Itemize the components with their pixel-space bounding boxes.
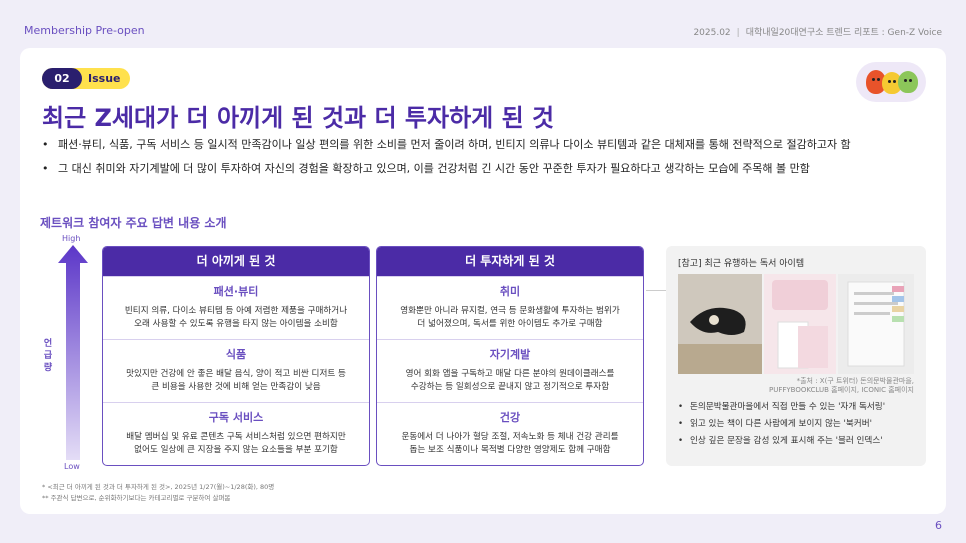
reference-box: [참고] 최근 유행하는 독서 아이템 *출처: X(구 트위터) 돈의문박물… bbox=[666, 246, 926, 466]
footnote: ** 주관식 답변으로, 순위화하기보다는 카테고리별로 구분하여 살펴봄 bbox=[42, 494, 231, 502]
invest-item-heading: 취미 bbox=[499, 285, 521, 298]
save-item-desc: 배달 멤버십 및 유료 콘텐츠 구독 서비스처럼 있으면 편하지만 없어도 일상… bbox=[126, 432, 346, 455]
reference-item: 인상 깊은 문장을 감성 있게 표시해 주는 '블러 인덱스' bbox=[678, 436, 918, 447]
report-name: 대학내일20대연구소 트렌드 리포트 : Gen-Z Voice bbox=[745, 28, 942, 38]
connector-line bbox=[646, 290, 666, 291]
mascot-green bbox=[898, 71, 918, 93]
axis-low-label: Low bbox=[64, 462, 80, 471]
issue-number: 02 bbox=[42, 68, 82, 89]
issue-label: Issue bbox=[88, 72, 121, 85]
top-bar: Membership Pre-open 2025.02 | 대학내일20대연구소 트… bbox=[0, 0, 966, 48]
save-item-heading: 패션·뷰티 bbox=[213, 285, 259, 298]
save-item: 패션·뷰티 빈티지 의류, 다이소 뷰티템 등 아예 저렴한 제품을 구매하거나… bbox=[103, 276, 369, 339]
meta-divider: | bbox=[736, 28, 740, 38]
page-title: 최근 Z세대가 더 아끼게 된 것과 더 투자하게 된 것 bbox=[42, 104, 555, 132]
save-item-heading: 식품 bbox=[225, 348, 247, 361]
photo-blur-index bbox=[838, 274, 914, 374]
footnotes: * <최근 더 아끼게 된 것과 더 투자하게 된 것>, 2025년 1/27… bbox=[42, 482, 274, 504]
photo-reading-ring bbox=[678, 274, 762, 374]
save-item-heading: 구독 서비스 bbox=[208, 411, 264, 424]
brand-label: Membership Pre-open bbox=[24, 24, 145, 37]
section-title: 제트워크 참여자 주요 답변 내용 소개 bbox=[40, 216, 227, 230]
invest-panel-title: 더 투자하게 된 것 bbox=[377, 247, 643, 276]
invest-item-heading: 자기계발 bbox=[489, 348, 531, 361]
content-card: 02 Issue 최근 Z세대가 더 아끼게 된 것과 더 투자하게 된 것 패… bbox=[20, 48, 946, 514]
save-item: 구독 서비스 배달 멤버십 및 유료 콘텐츠 구독 서비스처럼 있으면 편하지만… bbox=[103, 402, 369, 465]
photo-book-cover bbox=[764, 274, 836, 374]
invest-panel: 더 투자하게 된 것 취미 영화뿐만 아니라 뮤지컬, 연극 등 문화생활에 투… bbox=[376, 246, 644, 466]
reference-title: [참고] 최근 유행하는 독서 아이템 bbox=[678, 259, 805, 269]
mention-axis-arrow bbox=[58, 245, 88, 460]
reference-item: 돈의문박물관마을에서 직접 만들 수 있는 '자개 독서링' bbox=[678, 402, 918, 413]
reference-list: 돈의문박물관마을에서 직접 만들 수 있는 '자개 독서링' 읽고 있는 책이 … bbox=[678, 402, 918, 453]
summary-bullets: 패션·뷰티, 식품, 구독 서비스 등 일시적 만족감이나 일상 편의를 위한 … bbox=[42, 138, 922, 186]
mascot-logo bbox=[856, 62, 926, 102]
summary-bullet: 패션·뷰티, 식품, 구독 서비스 등 일시적 만족감이나 일상 편의를 위한 … bbox=[42, 138, 922, 152]
invest-item-desc: 영화뿐만 아니라 뮤지컬, 연극 등 문화생활에 투자하는 범위가 더 넓어졌으… bbox=[400, 306, 620, 329]
invest-item: 건강 운동에서 더 나아가 혈당 조절, 저속노화 등 체내 건강 관리를 돕는… bbox=[377, 402, 643, 465]
save-item-desc: 빈티지 의류, 다이소 뷰티템 등 아예 저렴한 제품을 구매하거나 오래 사용… bbox=[124, 306, 348, 329]
reference-source: *출처 : X(구 트위터) 돈의문박물관마을, PUFFYBOOKCLUB 홈… bbox=[768, 377, 914, 394]
page-number: 6 bbox=[935, 519, 942, 532]
invest-item-desc: 영어 회화 앱을 구독하고 매달 다른 분야의 원데이클래스를 수강하는 등 일… bbox=[405, 369, 615, 392]
reference-photos bbox=[678, 274, 914, 374]
axis-high-label: High bbox=[62, 234, 81, 243]
report-date: 2025.02 bbox=[693, 28, 731, 38]
summary-bullet: 그 대신 취미와 자기계발에 더 많이 투자하여 자신의 경험을 확장하고 있으… bbox=[42, 162, 922, 176]
save-panel-title: 더 아끼게 된 것 bbox=[103, 247, 369, 276]
report-meta: 2025.02 | 대학내일20대연구소 트렌드 리포트 : Gen-Z Voice bbox=[693, 25, 942, 38]
invest-item-desc: 운동에서 더 나아가 혈당 조절, 저속노화 등 체내 건강 관리를 돕는 보조… bbox=[401, 432, 619, 455]
save-item-desc: 맛있지만 건강에 안 좋은 배달 음식, 양이 적고 비싼 디저트 등 큰 비용… bbox=[126, 369, 346, 392]
reference-item: 읽고 있는 책이 다른 사람에게 보이지 않는 '북커버' bbox=[678, 419, 918, 430]
invest-item: 자기계발 영어 회화 앱을 구독하고 매달 다른 분야의 원데이클래스를 수강하… bbox=[377, 339, 643, 402]
invest-item-heading: 건강 bbox=[499, 411, 521, 424]
axis-label: 언급량 bbox=[43, 339, 53, 373]
save-panel: 더 아끼게 된 것 패션·뷰티 빈티지 의류, 다이소 뷰티템 등 아예 저렴한… bbox=[102, 246, 370, 466]
invest-item: 취미 영화뿐만 아니라 뮤지컬, 연극 등 문화생활에 투자하는 범위가 더 넓… bbox=[377, 276, 643, 339]
footnote: * <최근 더 아끼게 된 것과 더 투자하게 된 것>, 2025년 1/27… bbox=[42, 483, 275, 491]
save-item: 식품 맛있지만 건강에 안 좋은 배달 음식, 양이 적고 비싼 디저트 등 큰… bbox=[103, 339, 369, 402]
issue-tag: 02 Issue bbox=[42, 68, 130, 89]
